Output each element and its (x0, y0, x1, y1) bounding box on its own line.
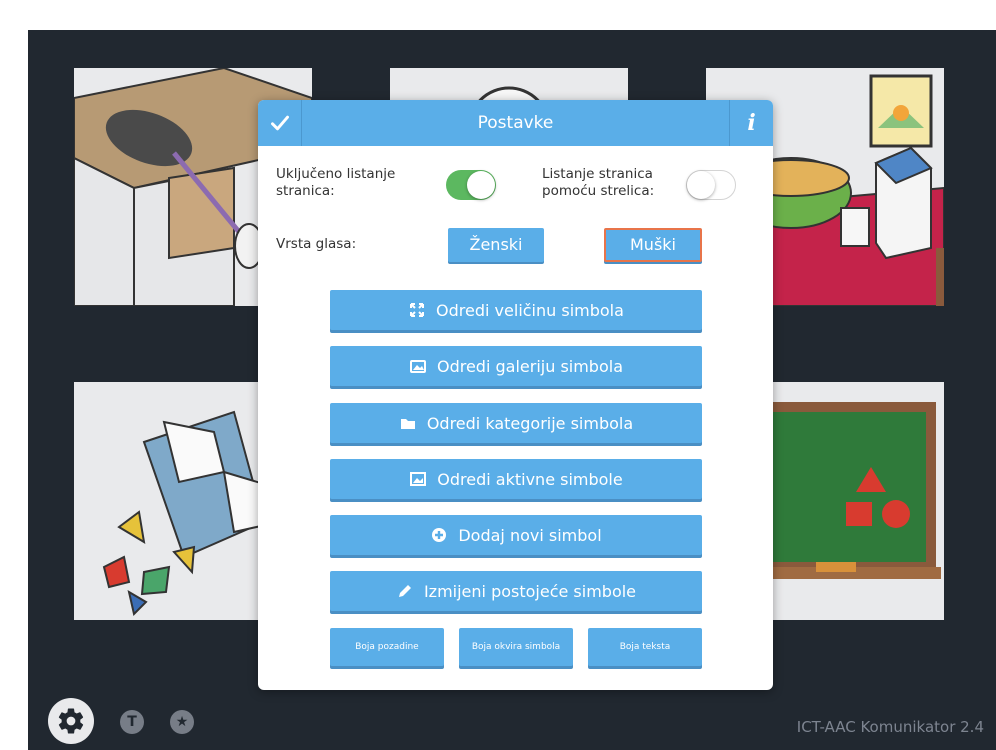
app-version: ICT-AAC Komunikator 2.4 (796, 718, 984, 736)
settings-gear-button[interactable] (48, 698, 94, 744)
gallery-icon (409, 357, 427, 375)
pencil-icon (396, 582, 414, 600)
action-label: Izmijeni postojeće simbole (423, 581, 637, 601)
page-scroll-toggle[interactable] (446, 170, 496, 200)
action-label: Odredi aktivne simbole (437, 469, 623, 489)
add-symbol-button[interactable]: Dodaj novi simbol (330, 515, 702, 555)
favorites-button[interactable]: ★ (170, 710, 194, 734)
confirm-button[interactable] (258, 100, 302, 146)
arrow-scroll-toggle[interactable] (686, 170, 736, 200)
action-label: Odredi kategorije simbola (426, 413, 634, 433)
voice-female-button[interactable]: Ženski (448, 228, 544, 262)
page-scroll-label: Uključeno listanje stranica: (276, 166, 396, 199)
info-icon: i (747, 110, 756, 136)
gear-icon (58, 708, 84, 734)
edit-symbols-button[interactable]: Izmijeni postojeće simbole (330, 571, 702, 611)
resize-icon (408, 301, 426, 319)
image-icon (409, 470, 427, 488)
text-color-button[interactable]: Boja teksta (588, 628, 702, 666)
dialog-title: Postavke (477, 113, 554, 133)
checkmark-icon (270, 115, 289, 131)
toggle-knob (687, 171, 715, 199)
background-color-button[interactable]: Boja pozadine (330, 628, 444, 666)
toggle-knob (467, 171, 495, 199)
voice-male-button[interactable]: Muški (604, 228, 702, 262)
folder-icon (399, 414, 417, 432)
voice-label: Vrsta glasa: (276, 236, 357, 252)
arrow-scroll-label: Listanje stranica pomoću strelica: (542, 166, 655, 199)
dialog-header: Postavke i (258, 100, 773, 146)
action-label: Odredi veličinu simbola (436, 300, 624, 320)
text-icon: T (127, 714, 137, 730)
symbol-border-color-button[interactable]: Boja okvira simbola (459, 628, 573, 666)
action-label: Odredi galeriju simbola (436, 356, 623, 376)
text-toggle-button[interactable]: T (120, 710, 144, 734)
info-button[interactable]: i (729, 100, 773, 146)
symbol-size-button[interactable]: Odredi veličinu simbola (330, 290, 702, 330)
symbol-gallery-button[interactable]: Odredi galeriju simbola (330, 346, 702, 386)
action-label: Dodaj novi simbol (458, 525, 602, 545)
plus-circle-icon (430, 526, 448, 544)
settings-dialog: Postavke i Uključeno listanje stranica: … (258, 100, 773, 690)
symbol-categories-button[interactable]: Odredi kategorije simbola (330, 403, 702, 443)
active-symbols-button[interactable]: Odredi aktivne simbole (330, 459, 702, 499)
star-icon: ★ (175, 714, 189, 730)
